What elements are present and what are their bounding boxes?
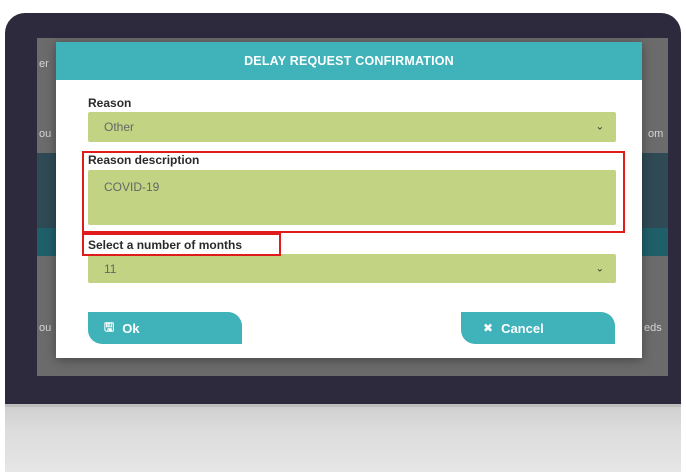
months-value: 11: [104, 261, 117, 276]
close-icon: ✖: [483, 321, 494, 335]
ok-button[interactable]: 🖫 Ok: [88, 312, 242, 344]
reason-value: Other: [104, 120, 135, 134]
cancel-button[interactable]: ✖ Cancel: [461, 312, 615, 344]
months-select[interactable]: 11 ⌄: [88, 254, 616, 283]
background-text: er: [39, 58, 49, 70]
reason-label: Reason: [88, 96, 132, 110]
ok-button-label: Ok: [122, 320, 140, 336]
dialog-title: DELAY REQUEST CONFIRMATION: [244, 54, 454, 68]
cancel-button-label: Cancel: [501, 320, 544, 336]
background-text: ou: [39, 128, 52, 140]
background-text: om: [648, 128, 664, 140]
reason-select[interactable]: Other ⌄: [88, 112, 616, 142]
chevron-down-icon: ⌄: [595, 263, 604, 274]
monitor-stand-edge: [5, 404, 681, 407]
chevron-down-icon: ⌄: [595, 121, 604, 133]
monitor-stand: [5, 404, 681, 472]
dialog-header: DELAY REQUEST CONFIRMATION: [56, 42, 642, 80]
months-label-highlight: [82, 233, 281, 256]
background-text: eds: [644, 322, 662, 334]
reason-description-highlight: [82, 151, 625, 233]
save-icon: 🖫: [104, 319, 115, 334]
background-text: ou: [39, 322, 52, 334]
